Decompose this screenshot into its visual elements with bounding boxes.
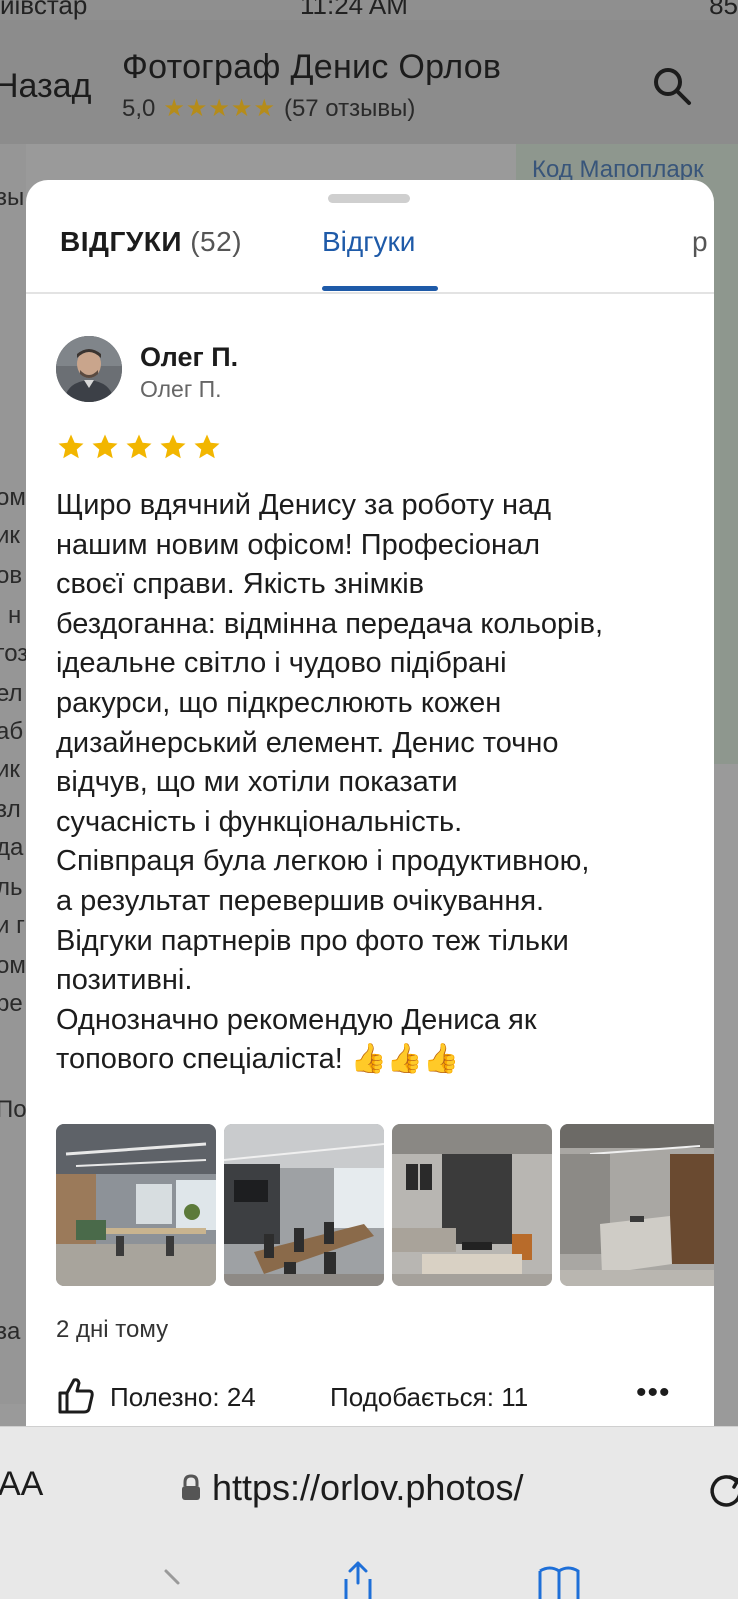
back-button[interactable]: Назад [0, 67, 91, 106]
background-text-fragment: По [0, 1096, 26, 1123]
review-actions: Полезно: 24 Подобається: 11 ••• [56, 1376, 696, 1416]
background-text-fragment: ел [0, 680, 23, 707]
star-icon [58, 434, 84, 459]
lock-icon [182, 1474, 200, 1500]
tab-next[interactable]: р [692, 226, 708, 258]
browser-nav-icons [0, 1559, 738, 1599]
background-text-fragment: гоз [0, 640, 26, 667]
background-text-fragment: зл [0, 796, 21, 823]
browser-toolbar: AA https://orlov.photos/ [0, 1426, 738, 1599]
review-date: 2 дні тому [56, 1316, 169, 1343]
tab-reviews-all[interactable]: ВІДГУКИ (52) [60, 226, 242, 258]
review-text: Щиро вдячний Денису за роботу над нашим … [56, 489, 604, 1076]
avatar[interactable] [56, 336, 122, 402]
review-rating [56, 432, 222, 462]
battery-level: 85 [709, 0, 738, 20]
sheet-grabber[interactable] [328, 194, 410, 203]
background-list: зы ом ик ов і н гоз ел аб ик зл да ль и г ом ре По за [0, 144, 26, 1404]
background-text-fragment: зы [0, 184, 25, 211]
background-text-fragment: и г [0, 912, 25, 939]
search-icon[interactable] [650, 64, 694, 108]
reader-settings-button[interactable]: AA [0, 1465, 43, 1504]
reviews-count[interactable]: (57 отзывы) [284, 95, 415, 123]
tab-reviews-title: ВІДГУКИ [60, 226, 182, 257]
active-tab-indicator [322, 286, 438, 291]
bookmarks-icon[interactable] [536, 1563, 582, 1599]
tab-bar: ВІДГУКИ (52) Відгуки р [26, 208, 714, 294]
background-text-fragment: ик [0, 756, 20, 783]
background-text-fragment: ик [0, 522, 20, 549]
tab-reviews-active[interactable]: Відгуки [322, 226, 415, 258]
share-icon[interactable] [338, 1559, 378, 1599]
background-text-fragment: ом [0, 952, 26, 979]
background-text-fragment: ре [0, 990, 23, 1017]
background-text-fragment: ль [0, 874, 23, 901]
carrier-label: иівстар [0, 0, 88, 20]
tab-reviews-count: (52) [190, 226, 243, 257]
lounge-room-photo[interactable] [392, 1124, 552, 1286]
likes-count[interactable]: Подобається: 11 [330, 1382, 528, 1413]
rating-stars: ★★★★★ [163, 95, 276, 122]
background-text-fragment: ов [0, 562, 23, 589]
background-text-fragment: ом [0, 484, 26, 511]
rating-value: 5,0 [122, 94, 156, 122]
clock: 11:24 AM [300, 0, 408, 20]
address-bar[interactable]: https://orlov.photos/ [180, 1467, 524, 1509]
status-bar: иівстар 11:24 AM 85 [0, 0, 738, 20]
meeting-room-photo[interactable] [224, 1124, 384, 1286]
page-title: Фотограф Денис Орлов [122, 48, 502, 86]
star-icon [194, 434, 220, 459]
more-options-button[interactable]: ••• [636, 1376, 671, 1410]
reviewer-subtitle: Олег П. [140, 376, 222, 402]
background-text-fragment: і н [0, 602, 22, 629]
thumbs-up-icon[interactable] [56, 1376, 96, 1416]
reviewer-name[interactable]: Олег П. [140, 342, 238, 373]
star-icon [92, 434, 118, 459]
review-sheet: ВІДГУКИ (52) Відгуки р Олег П. Олег П. Щ… [26, 180, 714, 1426]
star-icon [126, 434, 152, 459]
forward-icon[interactable] [160, 1567, 184, 1599]
background-text-fragment: да [0, 834, 24, 861]
url-text[interactable]: https://orlov.photos/ [212, 1467, 524, 1509]
review-photos [56, 1124, 714, 1286]
star-icon [160, 434, 186, 459]
helpful-button[interactable]: Полезно: 24 [110, 1382, 256, 1413]
background-text-fragment: за [0, 1318, 21, 1345]
reception-photo[interactable] [560, 1124, 714, 1286]
office-openspace-photo[interactable] [56, 1124, 216, 1286]
header-rating: 5,0 ★★★★★ (57 отзывы) [122, 94, 415, 123]
reload-icon[interactable] [706, 1471, 738, 1511]
background-text-fragment: аб [0, 718, 24, 745]
